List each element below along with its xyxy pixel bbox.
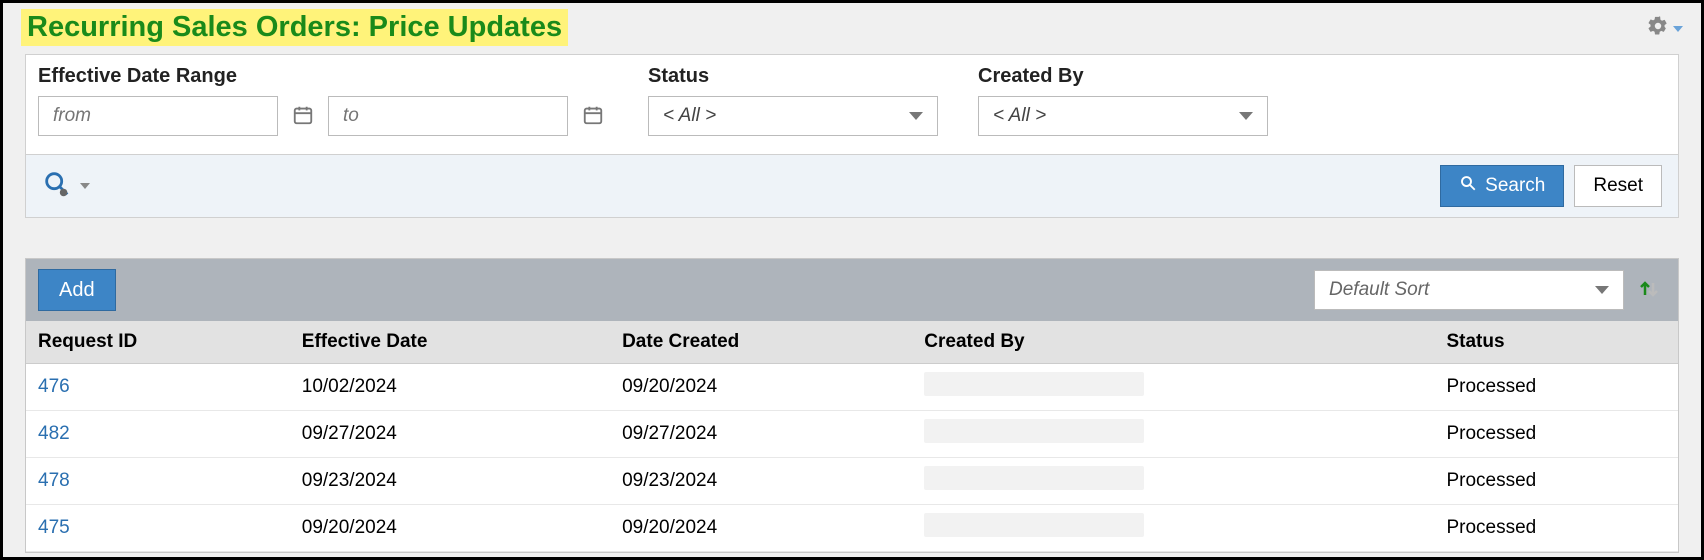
table-row: 47610/02/202409/20/2024 Processed [26,364,1678,411]
search-button[interactable]: Search [1440,165,1564,207]
cell-created-by [912,411,1434,458]
results-grid: Add Default Sort Request ID Effective Da… [25,258,1679,553]
table-row: 48209/27/202409/27/2024Processed [26,411,1678,458]
date-from-input[interactable] [38,96,278,136]
sort-direction-button[interactable] [1632,273,1666,307]
add-button[interactable]: Add [38,269,116,311]
table-row: 47809/23/202409/23/2024Processed [26,458,1678,505]
gear-icon [1647,15,1669,42]
redacted-block [924,513,1144,537]
cell-status: Processed [1434,411,1678,458]
col-effective-date[interactable]: Effective Date [290,321,610,364]
cell-created-by [912,505,1434,552]
status-select[interactable]: < All > [648,96,938,136]
date-from-calendar-button[interactable] [288,101,318,131]
chevron-down-icon [80,183,90,189]
cell-date-created: 09/20/2024 [610,364,912,411]
created-by-select-value: < All > [993,105,1046,127]
date-to-input[interactable] [328,96,568,136]
chevron-down-icon [1673,26,1683,32]
chevron-down-icon [1595,286,1609,294]
cell-date-created: 09/27/2024 [610,411,912,458]
chevron-down-icon [1239,112,1253,120]
filter-panel: Effective Date Range Status < A [25,54,1679,218]
cell-effective-date: 09/23/2024 [290,458,610,505]
cell-effective-date: 09/27/2024 [290,411,610,458]
cell-request-id[interactable]: 482 [26,411,290,458]
col-request-id[interactable]: Request ID [26,321,290,364]
created-by-select[interactable]: < All > [978,96,1268,136]
cell-effective-date: 10/02/2024 [290,364,610,411]
reset-button[interactable]: Reset [1574,165,1662,207]
cell-created-by [912,458,1434,505]
cell-request-id[interactable]: 478 [26,458,290,505]
sort-select-value: Default Sort [1329,279,1429,301]
search-icon [1459,174,1477,198]
calendar-icon [582,104,604,129]
cell-date-created: 09/23/2024 [610,458,912,505]
status-label: Status [648,65,938,88]
redacted-block [924,372,1144,396]
col-date-created[interactable]: Date Created [610,321,912,364]
cell-request-id[interactable]: 476 [26,364,290,411]
redacted-block [924,466,1144,490]
calendar-icon [292,104,314,129]
col-status[interactable]: Status [1434,321,1678,364]
reset-button-label: Reset [1593,175,1643,197]
cell-status: Processed [1434,364,1678,411]
search-settings-icon [42,169,72,204]
page-settings-dropdown[interactable] [1647,15,1683,42]
cell-request-id[interactable]: 475 [26,505,290,552]
sort-select[interactable]: Default Sort [1314,270,1624,310]
sort-direction-icon [1637,277,1661,304]
cell-effective-date: 09/20/2024 [290,505,610,552]
search-options-dropdown[interactable] [42,169,90,204]
search-button-label: Search [1485,175,1545,197]
status-select-value: < All > [663,105,716,127]
created-by-label: Created By [978,65,1268,88]
chevron-down-icon [909,112,923,120]
redacted-block [924,419,1144,443]
cell-date-created: 09/20/2024 [610,505,912,552]
cell-status: Processed [1434,458,1678,505]
date-to-calendar-button[interactable] [578,101,608,131]
page-title: Recurring Sales Orders: Price Updates [21,9,568,46]
effective-date-range-label: Effective Date Range [38,65,608,88]
cell-status: Processed [1434,505,1678,552]
col-created-by[interactable]: Created By [912,321,1434,364]
cell-created-by [912,364,1434,411]
table-row: 47509/20/202409/20/2024Processed [26,505,1678,552]
